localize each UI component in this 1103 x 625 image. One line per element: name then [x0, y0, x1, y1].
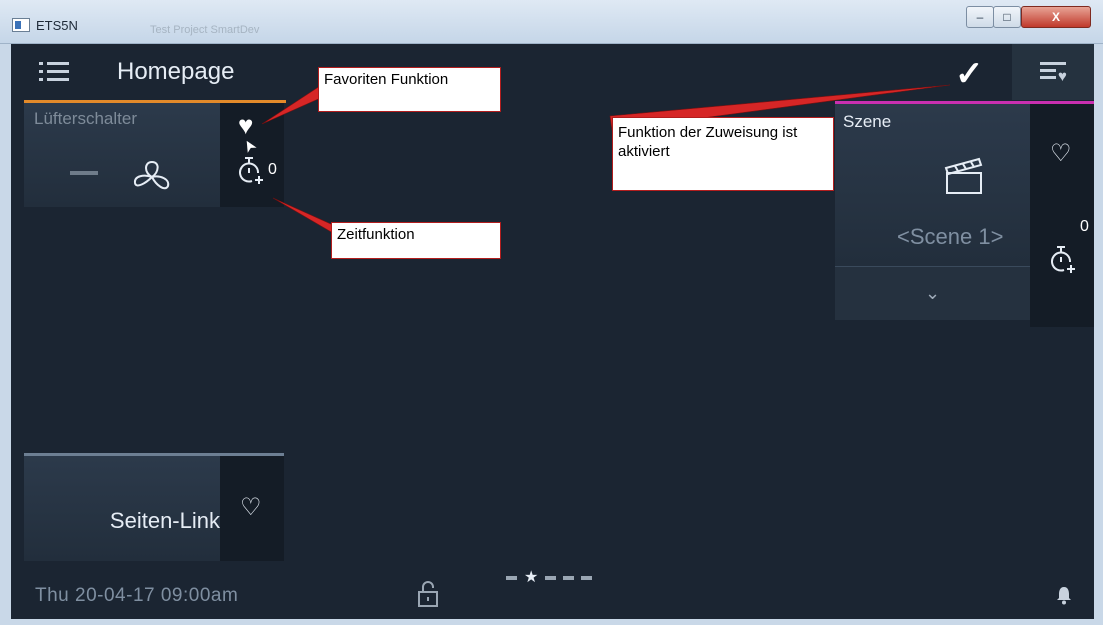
decrease-button[interactable] — [70, 171, 98, 175]
window-titlebar: ETS5N Test Project SmartDev – □ X — [0, 0, 1103, 44]
timer-callout: Zeitfunktion — [331, 222, 501, 259]
timer-add-icon[interactable] — [236, 155, 264, 187]
favorite-heart-icon[interactable]: ♥ — [238, 112, 253, 138]
page-indicator[interactable]: ★ — [506, 570, 593, 586]
fan-switch-tile[interactable]: Lüfterschalter — [24, 103, 220, 207]
page-dot[interactable] — [506, 576, 517, 580]
bell-icon[interactable] — [1055, 585, 1073, 605]
app-icon — [12, 18, 30, 32]
page-link-side-panel: ♡ — [220, 453, 284, 561]
unlock-icon[interactable] — [417, 580, 439, 608]
current-page-star-icon[interactable]: ★ — [524, 570, 538, 586]
page-link-label: Seiten-Link — [109, 508, 220, 533]
clapperboard-icon — [944, 157, 983, 194]
app-window: ETS5N Test Project SmartDev – □ X Homepa… — [0, 0, 1103, 625]
favorite-heart-outline-icon[interactable]: ♡ — [1050, 142, 1072, 166]
top-bar: Homepage ✓ ♥ — [11, 44, 1094, 100]
fan-icon[interactable] — [132, 159, 172, 195]
fan-switch-side-panel: ♥ ➤ 0 — [220, 103, 284, 207]
date-time-display: Thu 20-04-17 09:00am — [35, 585, 239, 606]
timer-count: 0 — [268, 161, 277, 178]
background-tab-label: Test Project SmartDev — [150, 24, 260, 36]
scene-tile[interactable]: Szene <Scene 1> — [835, 104, 1030, 266]
favorite-heart-outline-icon[interactable]: ♡ — [240, 496, 262, 520]
favorite-callout: Favoriten Funktion — [318, 67, 501, 112]
scene-label: Szene — [843, 112, 892, 131]
scene-side-panel: ♡ 0 — [1030, 104, 1094, 327]
menu-list-icon[interactable] — [39, 58, 69, 84]
scene-dropdown[interactable]: ⌄ — [835, 266, 1030, 320]
scene-value: <Scene 1> — [897, 224, 1004, 249]
timer-add-icon[interactable] — [1048, 244, 1076, 276]
page-dot[interactable] — [545, 576, 557, 580]
favorites-list-icon[interactable]: ♥ — [1012, 44, 1094, 100]
assignment-callout: Funktion der Zuweisung ist aktiviert — [612, 117, 834, 191]
visualization-screen: Homepage ✓ ♥ Lüfterschalter ♥ ➤ 0 Seiten… — [11, 44, 1094, 619]
page-dot[interactable] — [563, 576, 575, 580]
maximize-button[interactable]: □ — [993, 6, 1021, 28]
page-dot[interactable] — [581, 576, 593, 580]
timer-count: 0 — [1080, 218, 1089, 235]
heart-icon: ♥ — [1058, 68, 1067, 85]
checkmark-icon[interactable]: ✓ — [955, 54, 984, 94]
page-title: Homepage — [117, 58, 235, 85]
close-button[interactable]: X — [1021, 6, 1091, 28]
chevron-down-icon: ⌄ — [925, 283, 941, 303]
fan-switch-label: Lüfterschalter — [34, 109, 137, 128]
page-link-tile[interactable]: Seiten-Link — [24, 453, 220, 561]
minimize-button[interactable]: – — [966, 6, 994, 28]
